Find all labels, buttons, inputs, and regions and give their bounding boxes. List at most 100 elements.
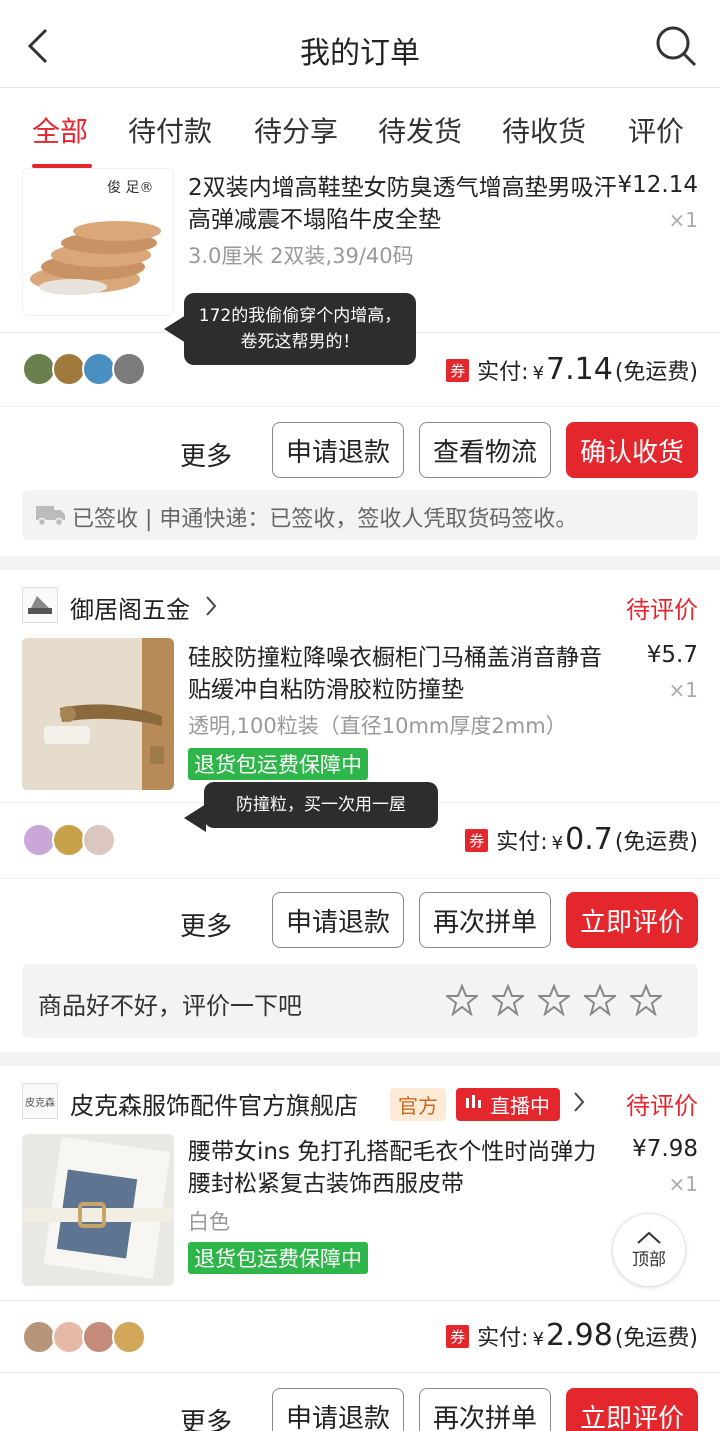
buyer-avatars xyxy=(22,352,146,386)
order-actions: 更多 申请退款 再次拼单 立即评价 xyxy=(0,1388,720,1431)
more-button[interactable]: 更多 xyxy=(180,1402,232,1431)
order-actions: 更多 申请退款 查看物流 确认收货 xyxy=(0,422,720,482)
paid-value: 2.98 xyxy=(546,1318,613,1353)
apply-refund-button[interactable]: 申请退款 xyxy=(272,1388,404,1431)
shop-name: 御居阁五金 xyxy=(70,596,190,624)
star-icon[interactable] xyxy=(630,984,662,1016)
order-status: 待评价 xyxy=(626,1092,698,1120)
coupon-icon: 券 xyxy=(465,829,489,852)
chevron-right-icon xyxy=(574,1092,585,1112)
reorder-button[interactable]: 再次拼单 xyxy=(419,1388,551,1431)
back-to-top-button[interactable]: 顶部 xyxy=(612,1213,686,1287)
chevron-up-icon xyxy=(637,1231,661,1244)
product-quantity: ×1 xyxy=(668,1172,698,1196)
product-spec: 白色 xyxy=(188,1210,230,1234)
paid-amount: 券 实付: ¥ 0.7 (免运费) xyxy=(465,822,698,857)
logistics-info[interactable]: 已签收 | 申通快递：已签收，签收人凭取货码签收。 xyxy=(22,490,698,540)
order-actions: 更多 申请退款 再次拼单 立即评价 xyxy=(0,892,720,952)
buyer-avatars xyxy=(22,823,116,857)
paid-label: 实付: xyxy=(477,1326,529,1351)
return-shipping-tag: 退货包运费保障中 xyxy=(188,1242,368,1274)
shop-logo xyxy=(22,587,58,623)
truck-icon xyxy=(36,506,65,526)
buyer-avatars xyxy=(22,1320,146,1354)
order-tabs: 全部 待付款 待分享 待发货 待收货 评价 xyxy=(0,88,720,168)
order-card-1: 俊 足® 2双装内增高鞋垫女防臭透气增高垫男吸汗高弹减震不塌陷牛皮全垫 3.0厘… xyxy=(0,168,720,556)
product-image[interactable] xyxy=(22,1134,174,1286)
product-image[interactable] xyxy=(22,638,174,790)
star-icon[interactable] xyxy=(492,984,524,1016)
shipping-note: (免运费) xyxy=(614,360,698,385)
review-bubble: 172的我偷偷穿个内增高，卷死这帮男的！ xyxy=(164,293,416,365)
shipping-note: (免运费) xyxy=(614,830,698,855)
tab-pending-payment[interactable]: 待付款 xyxy=(128,110,212,150)
review-prompt-text: 商品好不好，评价一下吧 xyxy=(38,992,302,1020)
apply-refund-button[interactable]: 申请退款 xyxy=(272,892,404,948)
paid-label: 实付: xyxy=(496,830,548,855)
coupon-icon: 券 xyxy=(446,1325,470,1348)
live-badge-label: 直播中 xyxy=(490,1094,550,1118)
view-logistics-button[interactable]: 查看物流 xyxy=(419,422,551,478)
paid-value: 0.7 xyxy=(565,822,613,857)
shop-header[interactable]: 御居阁五金 待评价 xyxy=(0,570,720,640)
avatar xyxy=(112,1320,146,1354)
avatar xyxy=(82,352,116,386)
return-shipping-tag: 退货包运费保障中 xyxy=(188,748,368,780)
spacer xyxy=(0,1052,720,1066)
divider xyxy=(0,1372,720,1373)
avatar xyxy=(22,1320,56,1354)
header: 我的订单 xyxy=(0,0,720,88)
logistics-text: 已签收 | 申通快递：已签收，签收人凭取货码签收。 xyxy=(72,507,578,532)
tab-pending-ship[interactable]: 待发货 xyxy=(378,110,462,150)
spacer xyxy=(0,556,720,570)
avatar xyxy=(52,823,86,857)
star-icon[interactable] xyxy=(584,984,616,1016)
star-rating[interactable] xyxy=(446,984,662,1016)
back-to-top-label: 顶部 xyxy=(632,1249,666,1270)
divider xyxy=(0,406,720,407)
product-price: ¥5.7 xyxy=(646,642,698,668)
apply-refund-button[interactable]: 申请退款 xyxy=(272,422,404,478)
product-title[interactable]: 硅胶防撞粒降噪衣橱柜门马桶盖消音静音贴缓冲自粘防滑胶粒防撞垫 xyxy=(188,642,618,706)
review-now-button[interactable]: 立即评价 xyxy=(566,1388,698,1431)
confirm-receipt-button[interactable]: 确认收货 xyxy=(566,422,698,478)
avatar xyxy=(22,352,56,386)
more-button[interactable]: 更多 xyxy=(180,906,232,943)
review-now-button[interactable]: 立即评价 xyxy=(566,892,698,948)
product-image[interactable]: 俊 足® xyxy=(22,168,174,316)
coupon-icon: 券 xyxy=(446,359,470,382)
belt-illustration xyxy=(22,1136,174,1280)
product-price: ¥7.98 xyxy=(632,1136,698,1162)
product-spec: 透明,100粒装（直径10mm厚度2mm） xyxy=(188,714,567,738)
shop-header[interactable]: 皮克森 皮克森服饰配件官方旗舰店 官方 直播中 待评价 xyxy=(0,1066,720,1136)
tab-review[interactable]: 评价 xyxy=(628,110,684,150)
tab-pending-share[interactable]: 待分享 xyxy=(254,110,338,150)
door-handle-illustration xyxy=(22,638,174,790)
chevron-right-icon xyxy=(206,596,217,616)
product-title[interactable]: 腰带女ins 免打孔搭配毛衣个性时尚弹力腰封松紧复古装饰西服皮带 xyxy=(188,1136,618,1200)
review-bubble: 防撞粒，买一次用一屋 xyxy=(184,782,438,832)
product-title[interactable]: 2双装内增高鞋垫女防臭透气增高垫男吸汗高弹减震不塌陷牛皮全垫 xyxy=(188,172,618,236)
star-icon[interactable] xyxy=(538,984,570,1016)
review-prompt-box: 商品好不好，评价一下吧 xyxy=(22,964,698,1038)
order-status: 待评价 xyxy=(626,596,698,624)
currency-symbol: ¥ xyxy=(551,833,564,854)
brand-mark: 俊 足® xyxy=(107,180,154,196)
reorder-button[interactable]: 再次拼单 xyxy=(419,892,551,948)
avatar xyxy=(112,352,146,386)
tab-all[interactable]: 全部 xyxy=(32,110,88,150)
avatar xyxy=(82,1320,116,1354)
shipping-note: (免运费) xyxy=(614,1326,698,1351)
product-price: ¥12.14 xyxy=(617,172,698,198)
search-icon[interactable] xyxy=(654,24,698,68)
tab-pending-receive[interactable]: 待收货 xyxy=(502,110,586,150)
product-quantity: ×1 xyxy=(668,678,698,702)
avatar xyxy=(52,352,86,386)
divider xyxy=(0,878,720,879)
star-icon[interactable] xyxy=(446,984,478,1016)
more-button[interactable]: 更多 xyxy=(180,436,232,473)
official-badge: 官方 xyxy=(390,1088,446,1121)
paid-amount: 券 实付: ¥ 7.14 (免运费) xyxy=(446,352,698,387)
avatar xyxy=(52,1320,86,1354)
live-badge[interactable]: 直播中 xyxy=(456,1088,560,1121)
